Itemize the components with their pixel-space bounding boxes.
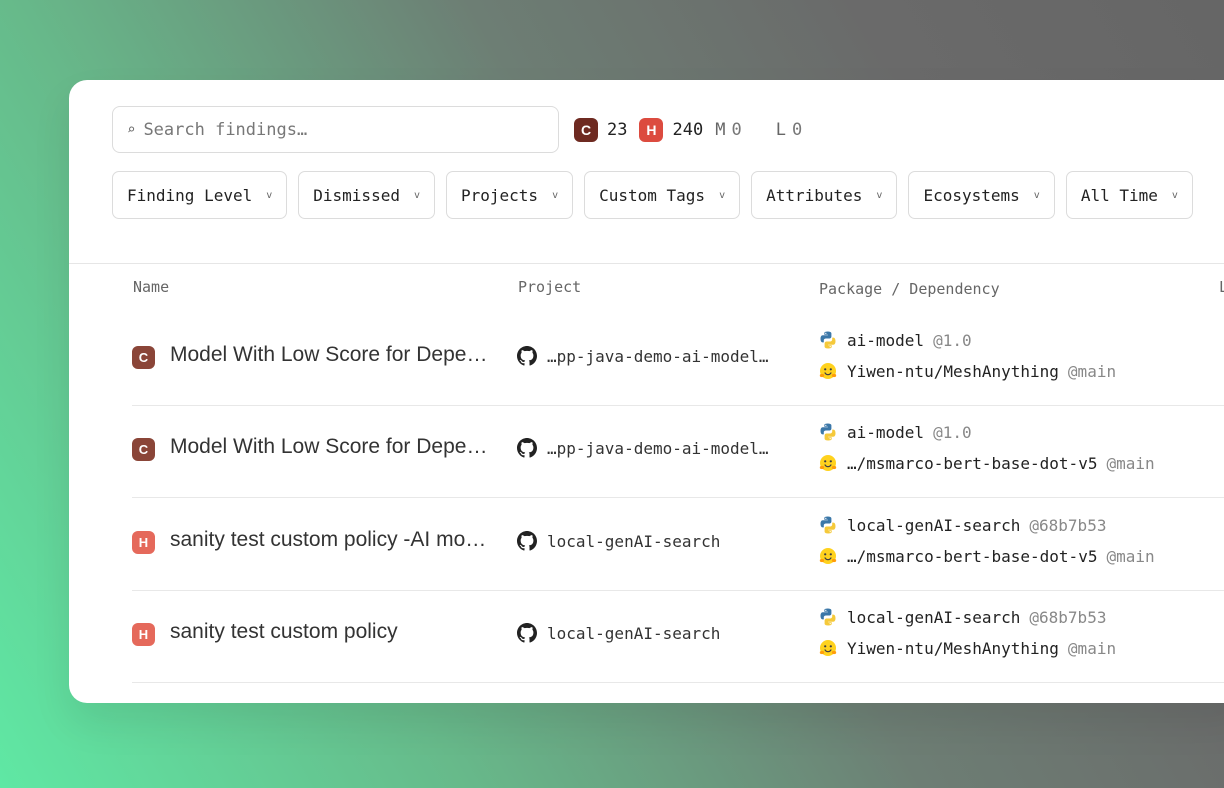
finding-name[interactable]: sanity test custom policy -AI mo…	[170, 528, 505, 552]
package-version: @68b7b53	[1029, 515, 1107, 535]
search-input[interactable]: ⌕ Search findings…	[112, 106, 559, 153]
github-icon	[517, 531, 537, 551]
severity-badge: C	[132, 346, 155, 369]
filter-label: Custom Tags	[599, 185, 706, 205]
dependency-cell[interactable]: …/msmarco-bert-base-dot-v5 @main	[818, 453, 1155, 473]
severity-badge: C	[132, 438, 155, 461]
dependency-name: …/msmarco-bert-base-dot-v5	[847, 546, 1098, 566]
package-cell[interactable]: local-genAI-search @68b7b53	[818, 515, 1106, 535]
dependency-version: @main	[1106, 453, 1155, 473]
dependency-name: Yiwen-ntu/MeshAnything	[847, 361, 1059, 381]
medium-count: 0	[731, 120, 742, 140]
filter-projects[interactable]: Projects v	[446, 171, 574, 219]
filter-bar: Finding Level v Dismissed v Projects v Cust…	[112, 171, 1193, 219]
project-cell[interactable]: …pp-java-demo-ai-model…	[517, 438, 769, 458]
table-row[interactable]: H sanity test custom policy local-genAI-…	[132, 590, 1224, 683]
dependency-cell[interactable]: Yiwen-ntu/MeshAnything @main	[818, 638, 1116, 658]
filter-time-range[interactable]: All Time v	[1065, 171, 1193, 219]
dependency-version: @main	[1106, 546, 1155, 566]
python-icon	[818, 515, 838, 535]
dependency-cell[interactable]: Yiwen-ntu/MeshAnything @main	[818, 361, 1116, 381]
chevron-down-icon: v	[266, 189, 273, 201]
search-placeholder: Search findings…	[143, 119, 308, 140]
filter-custom-tags[interactable]: Custom Tags v	[584, 171, 741, 219]
critical-badge: C	[574, 118, 598, 142]
huggingface-icon	[818, 453, 838, 473]
critical-count: 23	[607, 120, 628, 140]
severity-badge: H	[132, 531, 155, 554]
package-cell[interactable]: ai-model @1.0	[818, 330, 972, 350]
chevron-down-icon: v	[552, 189, 559, 201]
project-cell[interactable]: local-genAI-search	[517, 623, 720, 643]
column-header-package[interactable]: Package / Dependency	[819, 280, 1000, 298]
filter-attributes[interactable]: Attributes v	[751, 171, 898, 219]
package-cell[interactable]: local-genAI-search @68b7b53	[818, 607, 1106, 627]
python-icon	[818, 607, 838, 627]
package-name: local-genAI-search	[847, 515, 1021, 535]
high-badge: H	[639, 118, 664, 142]
dependency-version: @main	[1067, 361, 1117, 381]
finding-name[interactable]: Model With Low Score for Depe…	[170, 343, 505, 367]
project-name: local-genAI-search	[547, 623, 721, 643]
dependency-name: …/msmarco-bert-base-dot-v5	[847, 453, 1098, 473]
github-icon	[517, 623, 537, 643]
filter-label: Finding Level	[127, 185, 253, 205]
python-icon	[818, 330, 838, 350]
github-icon	[517, 438, 537, 458]
package-version: @1.0	[933, 330, 972, 350]
filter-dismissed[interactable]: Dismissed v	[298, 171, 435, 219]
chevron-down-icon: v	[876, 189, 883, 201]
project-name: local-genAI-search	[547, 531, 721, 551]
huggingface-icon	[818, 546, 838, 566]
table-row[interactable]: H sanity test custom policy -AI mo… loca…	[132, 498, 1224, 591]
column-header-name[interactable]: Name	[133, 278, 169, 296]
project-name: …pp-java-demo-ai-model…	[547, 346, 769, 366]
finding-name[interactable]: Model With Low Score for Depe…	[170, 435, 505, 459]
divider	[69, 263, 1224, 264]
python-icon	[818, 422, 838, 442]
finding-name[interactable]: sanity test custom policy	[170, 620, 505, 644]
package-version: @1.0	[933, 422, 972, 442]
package-version: @68b7b53	[1029, 607, 1107, 627]
project-name: …pp-java-demo-ai-model…	[547, 438, 769, 458]
filter-label: Dismissed	[313, 185, 400, 205]
filter-label: All Time	[1080, 185, 1158, 205]
chevron-down-icon: v	[1033, 189, 1040, 201]
huggingface-icon	[818, 638, 838, 658]
chevron-down-icon: v	[1171, 189, 1178, 201]
severity-counts: C 23 H 240 M 0 L 0	[574, 118, 836, 142]
package-name: ai-model	[847, 422, 925, 442]
column-header-project[interactable]: Project	[518, 278, 581, 296]
dependency-cell[interactable]: …/msmarco-bert-base-dot-v5 @main	[818, 546, 1155, 566]
low-label: L	[775, 120, 786, 140]
project-cell[interactable]: local-genAI-search	[517, 531, 720, 551]
package-name: local-genAI-search	[847, 607, 1021, 627]
column-header-edge[interactable]: L	[1219, 278, 1224, 296]
filter-ecosystems[interactable]: Ecosystems v	[908, 171, 1055, 219]
table-row[interactable]: C Model With Low Score for Depe… …pp-jav…	[132, 405, 1224, 498]
dependency-version: @main	[1067, 638, 1117, 658]
filter-finding-level[interactable]: Finding Level v	[112, 171, 288, 219]
chevron-down-icon: v	[719, 189, 726, 201]
project-cell[interactable]: …pp-java-demo-ai-model…	[517, 346, 769, 366]
package-name: ai-model	[847, 330, 925, 350]
huggingface-icon	[818, 361, 838, 381]
low-count: 0	[791, 120, 803, 140]
table-row[interactable]: C Model With Low Score for Depe… …pp-jav…	[132, 313, 1224, 406]
chevron-down-icon: v	[413, 189, 420, 201]
filter-label: Ecosystems	[923, 185, 1020, 205]
dependency-name: Yiwen-ntu/MeshAnything	[847, 638, 1059, 658]
package-cell[interactable]: ai-model @1.0	[818, 422, 972, 442]
severity-badge: H	[132, 623, 155, 646]
findings-panel: ⌕ Search findings… C 23 H 240 M 0 L 0 Fi…	[69, 80, 1224, 703]
medium-label: M	[715, 120, 726, 140]
filter-label: Projects	[461, 185, 539, 205]
github-icon	[517, 346, 537, 366]
filter-label: Attributes	[766, 185, 863, 205]
high-count: 240	[672, 120, 704, 140]
search-icon: ⌕	[127, 121, 136, 138]
